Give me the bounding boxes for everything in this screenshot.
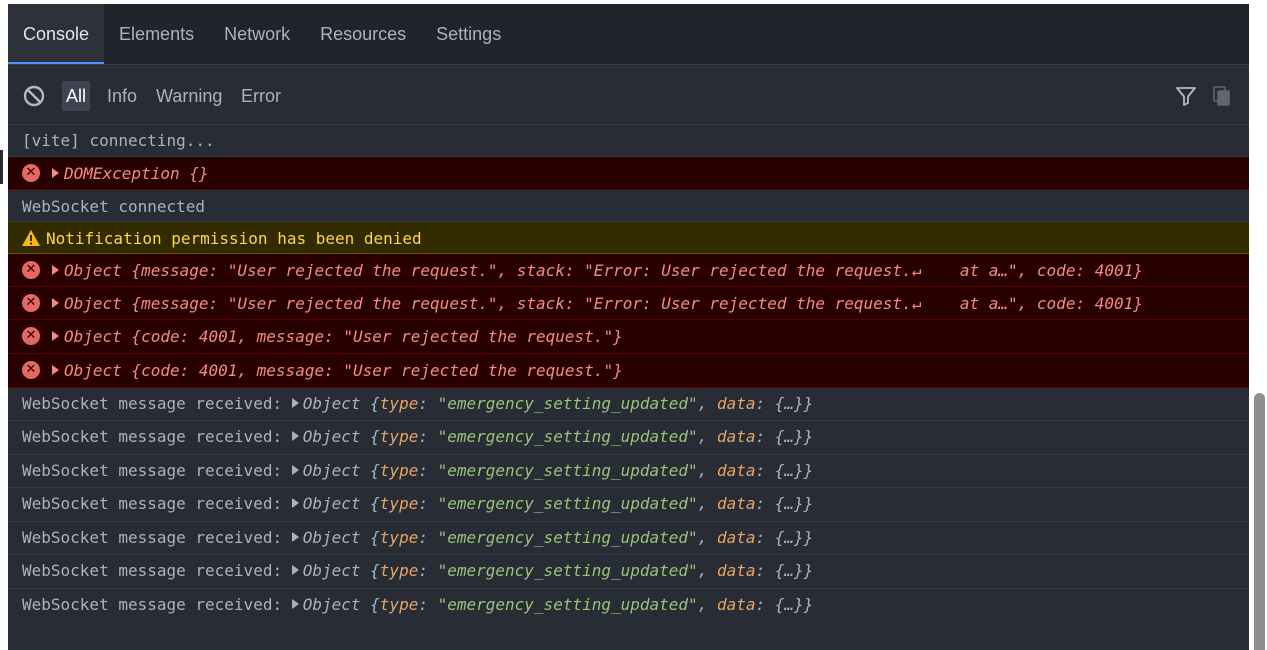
error-entry[interactable]: ✕ DOMException {} (8, 157, 1249, 190)
tab-network[interactable]: Network (209, 4, 305, 64)
websocket-message-entry[interactable]: WebSocket message received: Object {type… (8, 488, 1249, 522)
error-entry[interactable]: ✕ Object {code: 4001, message: "User rej… (8, 354, 1249, 388)
log-entry: [vite] connecting... (8, 125, 1249, 157)
expand-triangle-icon[interactable] (291, 398, 299, 408)
level-warning-button[interactable]: Warning (152, 81, 226, 111)
error-icon: ✕ (22, 294, 40, 312)
expand-triangle-icon[interactable] (291, 498, 299, 508)
warning-entry: Notification permission has been denied (8, 222, 1249, 254)
expand-triangle-icon[interactable] (291, 565, 299, 575)
expand-triangle-icon[interactable] (291, 431, 299, 441)
filter-icon[interactable] (1174, 84, 1198, 108)
expand-triangle-icon[interactable] (52, 265, 59, 275)
expand-triangle-icon[interactable] (291, 599, 299, 609)
console-filter-bar: All Info Warning Error (8, 65, 1249, 125)
error-entry[interactable]: ✕ Object {message: "User rejected the re… (8, 287, 1249, 320)
expand-triangle-icon[interactable] (52, 331, 59, 341)
level-all-button[interactable]: All (62, 81, 91, 111)
warning-icon (22, 230, 40, 246)
tab-elements[interactable]: Elements (104, 4, 209, 64)
tab-settings[interactable]: Settings (421, 4, 516, 64)
scrollbar-thumb[interactable] (1254, 393, 1265, 650)
websocket-message-entry[interactable]: WebSocket message received: Object {type… (8, 555, 1249, 589)
tab-console[interactable]: Console (8, 4, 105, 64)
websocket-message-entry[interactable]: WebSocket message received: Object {type… (8, 421, 1249, 455)
devtools-panel: Console Elements Network Resources Setti… (8, 4, 1249, 650)
error-icon: ✕ (22, 261, 40, 279)
console-log: [vite] connecting... ✕ DOMException {} W… (8, 125, 1249, 622)
clear-console-icon[interactable] (22, 84, 46, 108)
error-entry[interactable]: ✕ Object {code: 4001, message: "User rej… (8, 320, 1249, 354)
error-entry[interactable]: ✕ Object {message: "User rejected the re… (8, 254, 1249, 287)
websocket-message-entry[interactable]: WebSocket message received: Object {type… (8, 522, 1249, 555)
websocket-message-entry[interactable]: WebSocket message received: Object {type… (8, 589, 1249, 622)
expand-triangle-icon[interactable] (52, 168, 59, 178)
log-entry: WebSocket connected (8, 190, 1249, 222)
copy-icon[interactable] (1212, 85, 1232, 107)
websocket-message-entry[interactable]: WebSocket message received: Object {type… (8, 388, 1249, 421)
expand-triangle-icon[interactable] (52, 365, 59, 375)
resize-handle[interactable] (0, 150, 3, 184)
error-icon: ✕ (22, 327, 40, 345)
tab-resources[interactable]: Resources (305, 4, 421, 64)
error-icon: ✕ (22, 164, 40, 182)
expand-triangle-icon[interactable] (291, 532, 299, 542)
level-error-button[interactable]: Error (237, 81, 285, 111)
devtools-tabbar: Console Elements Network Resources Setti… (8, 4, 1249, 65)
error-icon: ✕ (22, 361, 40, 379)
level-info-button[interactable]: Info (103, 81, 141, 111)
expand-triangle-icon[interactable] (291, 465, 299, 475)
expand-triangle-icon[interactable] (52, 298, 59, 308)
websocket-message-entry[interactable]: WebSocket message received: Object {type… (8, 455, 1249, 488)
